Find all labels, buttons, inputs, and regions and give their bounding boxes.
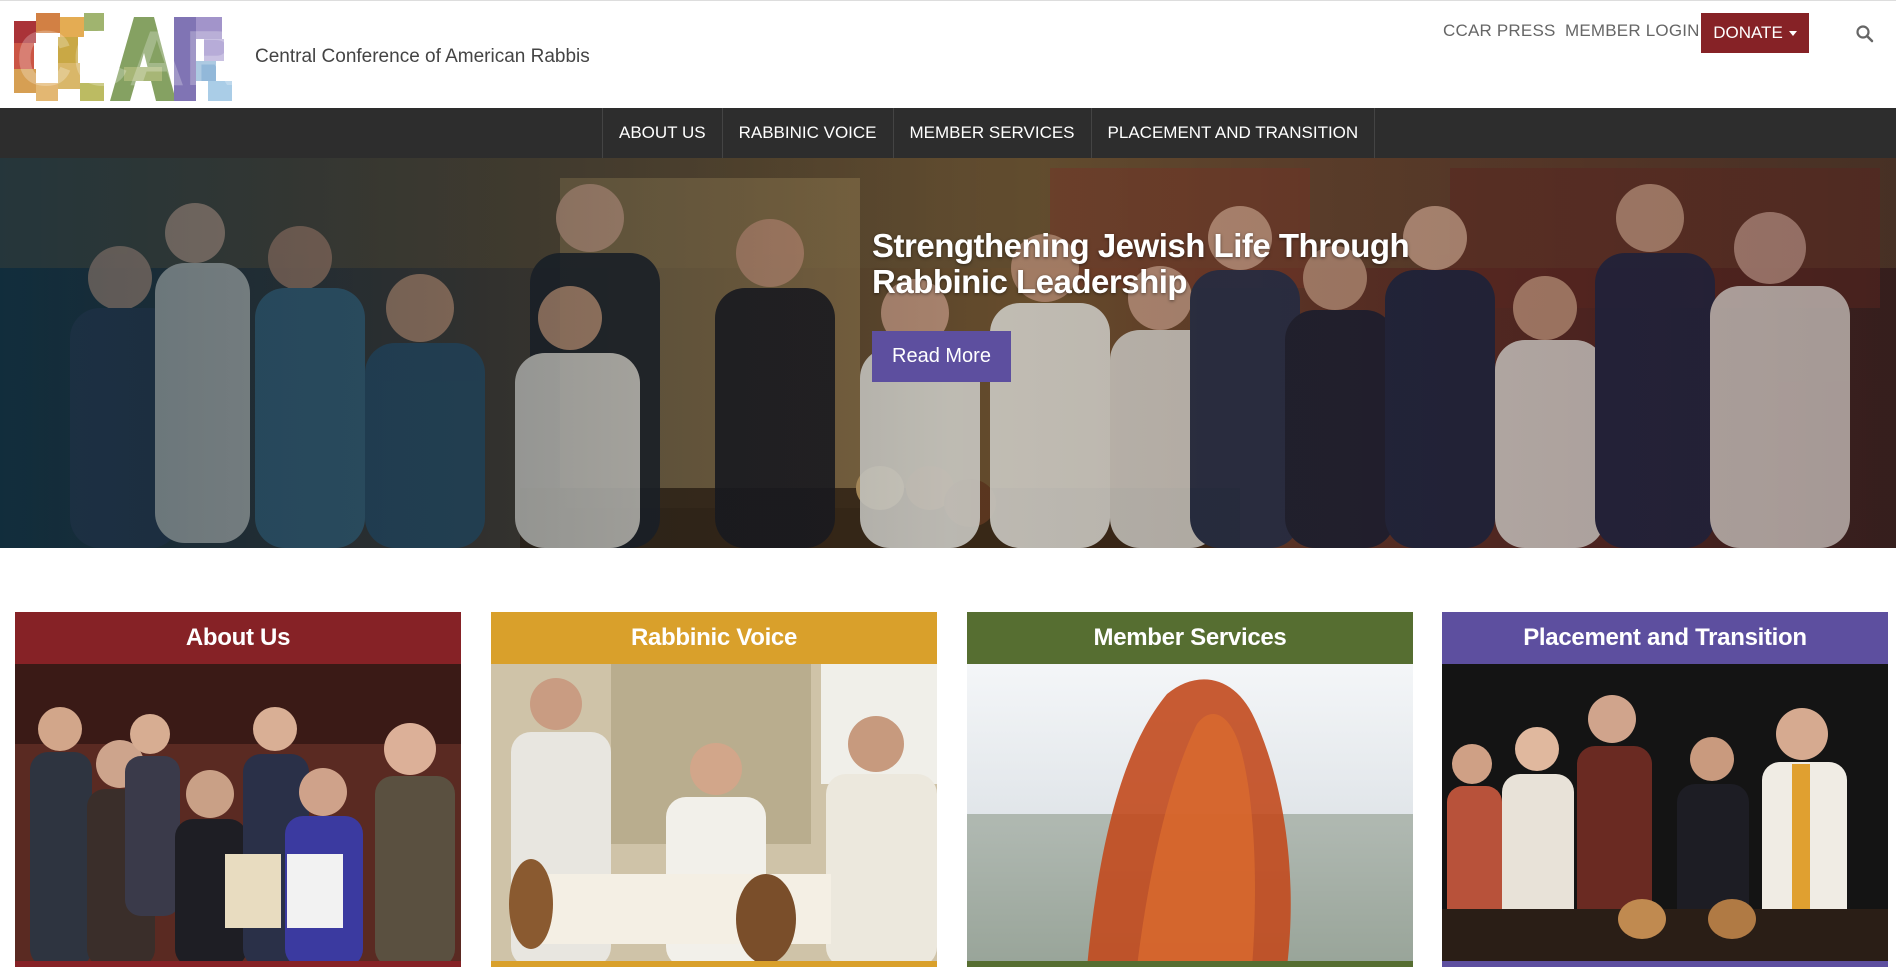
card-rabbinic-voice-title[interactable]: Rabbinic Voice <box>491 612 937 664</box>
nav-item-rabbinic-voice[interactable]: RABBINIC VOICE <box>723 108 894 158</box>
card-member-services-strip <box>967 961 1413 967</box>
card-about-us-strip <box>15 961 461 967</box>
main-nav: ABOUT US RABBINIC VOICE MEMBER SERVICES … <box>0 108 1896 158</box>
card-member-services-title[interactable]: Member Services <box>967 612 1413 664</box>
card-about-us[interactable]: About Us <box>15 612 461 967</box>
donate-button[interactable]: DONATE <box>1701 13 1809 53</box>
nav-item-about-us[interactable]: ABOUT US <box>603 108 723 158</box>
card-rabbinic-voice[interactable]: Rabbinic Voice <box>491 612 937 967</box>
card-rabbinic-voice-image[interactable] <box>491 664 937 967</box>
card-about-us-image[interactable] <box>15 664 461 967</box>
card-rabbinic-voice-strip <box>491 961 937 967</box>
ccar-logo[interactable]: CCAR <box>14 13 240 103</box>
card-placement-transition-image[interactable] <box>1442 664 1888 967</box>
card-about-us-title[interactable]: About Us <box>15 612 461 664</box>
hero-banner: Strengthening Jewish Life Through Rabbin… <box>0 158 1896 548</box>
card-member-services-image[interactable] <box>967 664 1413 967</box>
nav-item-member-services[interactable]: MEMBER SERVICES <box>894 108 1092 158</box>
caret-down-icon <box>1788 30 1797 36</box>
card-placement-transition-title[interactable]: Placement and Transition <box>1442 612 1888 664</box>
card-member-services[interactable]: Member Services <box>967 612 1413 967</box>
member-login-link[interactable]: MEMBER LOGIN <box>1565 21 1700 41</box>
site-header: CCAR Central Conference of American Rabb… <box>0 0 1896 108</box>
search-icon[interactable] <box>1855 24 1875 44</box>
card-placement-transition-strip <box>1442 961 1888 967</box>
ccar-press-link[interactable]: CCAR PRESS <box>1443 21 1556 41</box>
nav-item-placement-transition[interactable]: PLACEMENT AND TRANSITION <box>1092 108 1376 158</box>
svg-text:CCAR: CCAR <box>16 14 240 102</box>
nav-menu: ABOUT US RABBINIC VOICE MEMBER SERVICES … <box>602 108 1376 158</box>
hero-headline: Strengthening Jewish Life Through Rabbin… <box>872 227 1410 300</box>
organization-name: Central Conference of American Rabbis <box>255 46 590 67</box>
card-placement-transition[interactable]: Placement and Transition <box>1442 612 1888 967</box>
donate-label: DONATE <box>1713 23 1783 42</box>
read-more-button[interactable]: Read More <box>872 331 1011 382</box>
